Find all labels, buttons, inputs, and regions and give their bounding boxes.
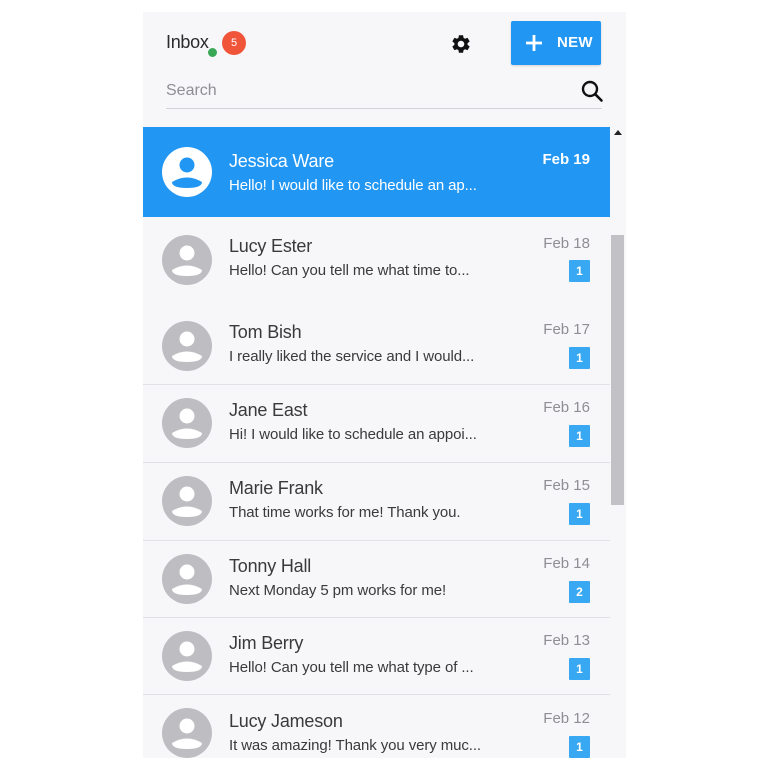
conversation-row[interactable]: Tom Bish I really liked the service and …: [143, 309, 610, 385]
contact-name: Marie Frank: [229, 478, 323, 498]
conversation-row[interactable]: Jessica Ware Hello! I would like to sche…: [143, 127, 610, 217]
message-date: Feb 19: [542, 151, 590, 168]
message-date: Feb 15: [543, 477, 590, 494]
unread-badge: 1: [569, 425, 590, 447]
conversation-row[interactable]: Lucy Ester Hello! Can you tell me what t…: [143, 217, 610, 310]
message-preview: Hello! Can you tell me what time to...: [229, 262, 470, 279]
conversation-row[interactable]: Jane East Hi! I would like to schedule a…: [143, 385, 610, 463]
message-date: Feb 17: [543, 321, 590, 338]
scrollbar[interactable]: [610, 127, 626, 758]
message-preview: Hi! I would like to schedule an appoi...: [229, 426, 477, 443]
search-icon[interactable]: [580, 79, 604, 103]
unread-badge: 1: [569, 260, 590, 282]
search-bar: [166, 76, 604, 109]
message-date: Feb 16: [543, 399, 590, 416]
avatar-icon: [162, 147, 212, 197]
conversation-row[interactable]: Jim Berry Hello! Can you tell me what ty…: [143, 618, 610, 695]
unread-badge: 1: [569, 347, 590, 369]
contact-name: Tom Bish: [229, 322, 302, 342]
avatar-icon: [162, 476, 212, 526]
conversation-row[interactable]: Lucy Jameson It was amazing! Thank you v…: [143, 695, 610, 758]
message-preview: That time works for me! Thank you.: [229, 504, 461, 521]
avatar-icon: [162, 708, 212, 758]
search-input[interactable]: [166, 78, 566, 104]
message-preview: I really liked the service and I would..…: [229, 348, 475, 365]
avatar-icon: [162, 398, 212, 448]
unread-badge: 1: [569, 658, 590, 680]
message-date: Feb 13: [543, 632, 590, 649]
new-button-label: NEW: [557, 34, 593, 51]
message-preview: Hello! I would like to schedule an ap...: [229, 177, 477, 194]
message-date: Feb 18: [543, 235, 590, 252]
message-preview: Next Monday 5 pm works for me!: [229, 582, 447, 599]
unread-badge: 2: [569, 581, 590, 603]
online-status-dot: [207, 47, 218, 58]
inbox-panel: Inbox 5 NEW Je: [143, 12, 626, 758]
contact-name: Lucy Ester: [229, 236, 313, 256]
scroll-up-arrow-icon[interactable]: [613, 129, 623, 137]
conversation-row[interactable]: Marie Frank That time works for me! Than…: [143, 463, 610, 541]
avatar-icon: [162, 631, 212, 681]
scrollbar-thumb[interactable]: [611, 235, 624, 505]
avatar-icon: [162, 235, 212, 285]
contact-name: Lucy Jameson: [229, 711, 343, 731]
contact-name: Jane East: [229, 400, 308, 420]
avatar-icon: [162, 554, 212, 604]
inbox-title: Inbox: [166, 32, 209, 52]
unread-badge: 1: [569, 503, 590, 525]
contact-name: Tonny Hall: [229, 556, 312, 576]
gear-icon[interactable]: [450, 33, 472, 55]
message-preview: It was amazing! Thank you very muc...: [229, 737, 481, 754]
plus-icon: [526, 35, 542, 51]
message-date: Feb 12: [543, 710, 590, 727]
new-message-button[interactable]: NEW: [511, 21, 601, 65]
avatar-icon: [162, 321, 212, 371]
contact-name: Jim Berry: [229, 633, 304, 653]
contact-name: Jessica Ware: [229, 151, 334, 171]
inbox-header: Inbox 5 NEW: [143, 12, 626, 127]
unread-badge: 1: [569, 736, 590, 758]
conversation-list: Jessica Ware Hello! I would like to sche…: [143, 127, 610, 758]
message-preview: Hello! Can you tell me what type of ...: [229, 659, 474, 676]
unread-count-badge: 5: [222, 31, 246, 55]
message-date: Feb 14: [543, 555, 590, 572]
conversation-row[interactable]: Tonny Hall Next Monday 5 pm works for me…: [143, 541, 610, 618]
